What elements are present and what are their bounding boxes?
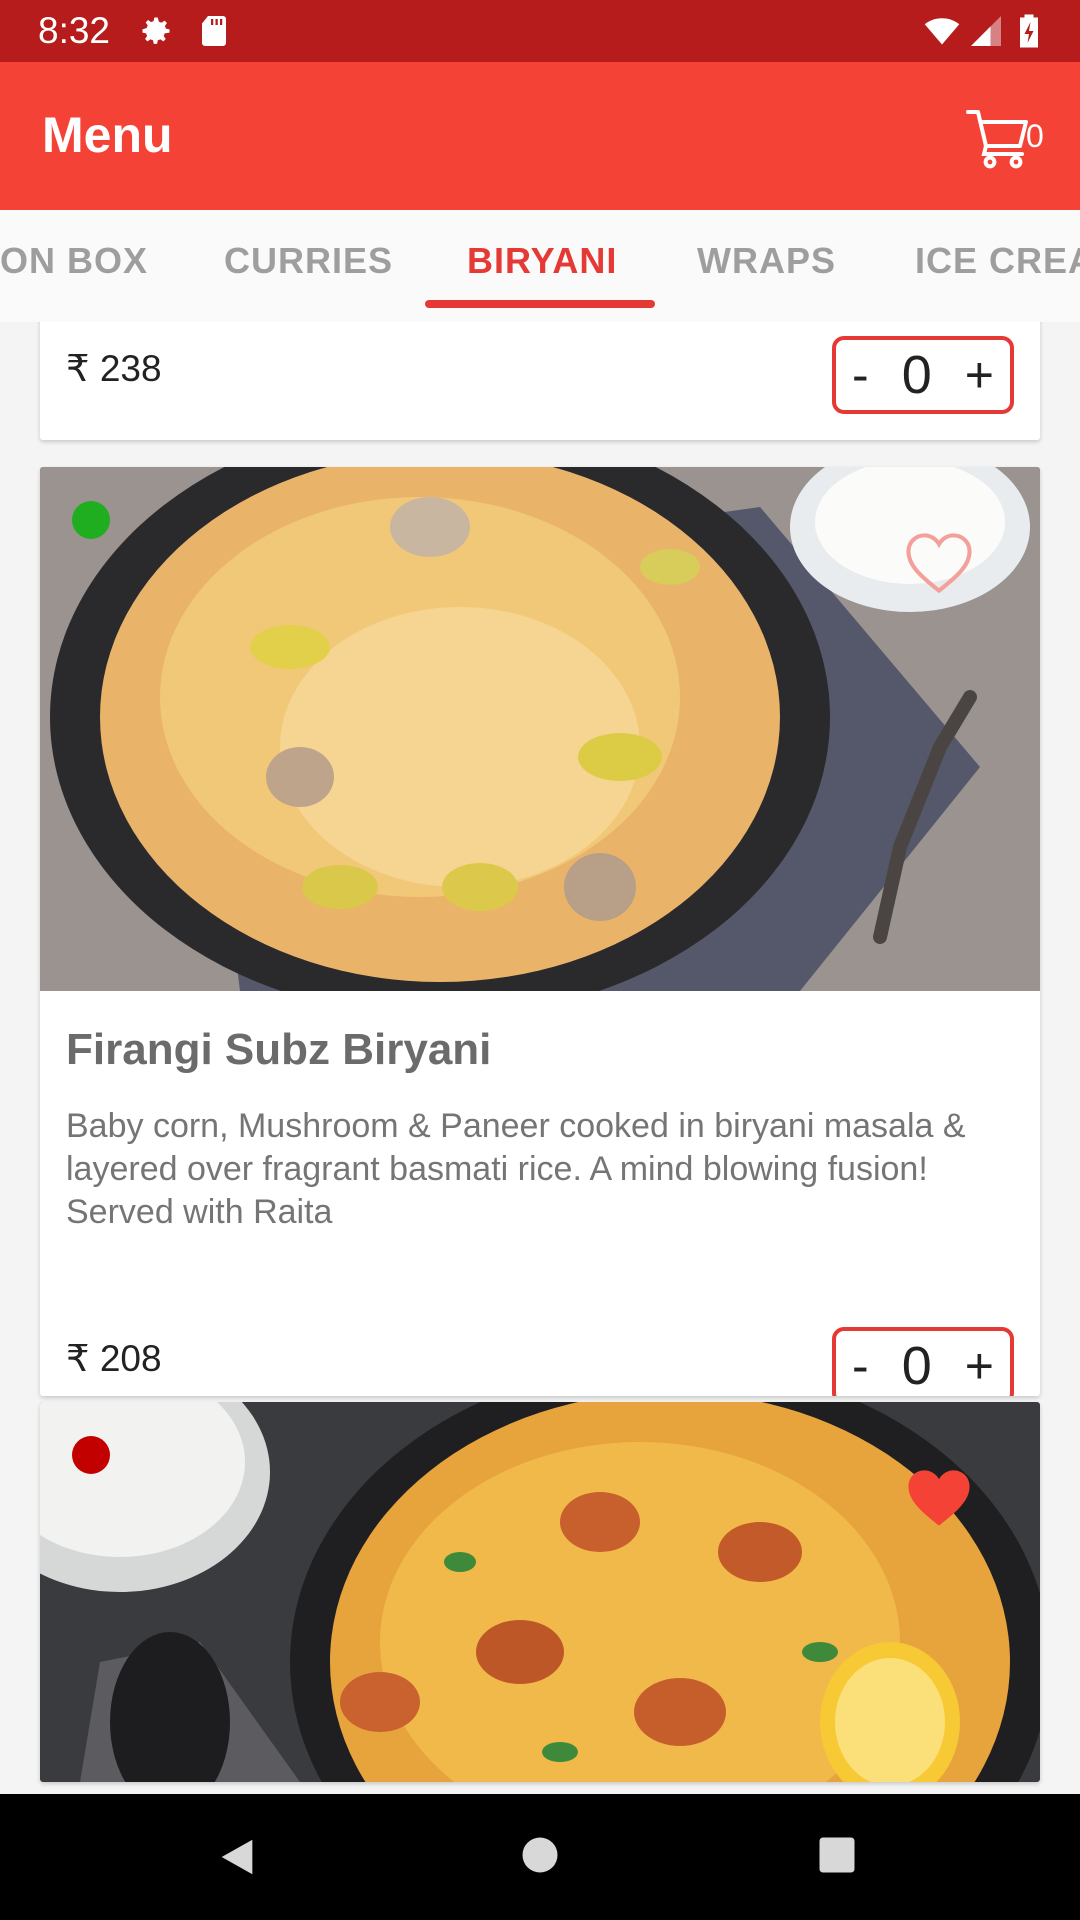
status-time: 8:32 (38, 10, 111, 51)
cart-count-badge: 0 (1026, 118, 1044, 154)
battery-icon (1020, 14, 1038, 48)
home-icon[interactable] (519, 1834, 561, 1876)
status-bar: 8:32 (0, 0, 1080, 62)
menu-list[interactable]: ₹ 238 - 0 + Firangi Subz Biryani Baby co… (0, 322, 1080, 1794)
tab-lunch-box[interactable]: ON BOX (0, 240, 148, 282)
wifi-icon (924, 18, 960, 45)
menu-item-card[interactable] (40, 1402, 1040, 1782)
decrease-button[interactable]: - (852, 350, 869, 400)
tab-curries[interactable]: CURRIES (224, 240, 393, 282)
system-nav-bar (0, 1794, 1080, 1920)
signal-icon (971, 16, 1001, 46)
item-price: ₹ 208 (66, 1338, 162, 1379)
quantity-value: 0 (901, 345, 932, 405)
quantity-stepper: - 0 + (832, 336, 1014, 414)
tab-biryani[interactable]: BIRYANI (467, 240, 617, 282)
menu-item-card: ₹ 238 - 0 + (40, 322, 1040, 440)
increase-button[interactable]: + (965, 350, 994, 400)
menu-item-card[interactable]: Firangi Subz Biryani Baby corn, Mushroom… (40, 467, 1040, 1396)
favorite-heart-outline-icon[interactable] (904, 531, 974, 595)
decrease-button[interactable]: - (852, 1341, 869, 1391)
veg-indicator-icon (72, 501, 110, 539)
back-icon[interactable] (214, 1834, 260, 1880)
category-tabs: ON BOX CURRIES BIRYANI WRAPS ICE CREA (0, 210, 1080, 322)
active-tab-indicator (425, 300, 655, 308)
tab-wraps[interactable]: WRAPS (697, 240, 836, 282)
recents-icon[interactable] (816, 1834, 858, 1876)
tab-ice-cream[interactable]: ICE CREA (915, 240, 1080, 282)
settings-icon (142, 17, 170, 44)
favorite-heart-filled-icon[interactable] (904, 1466, 974, 1530)
non-veg-indicator-icon (72, 1436, 110, 1474)
item-description: Baby corn, Mushroom & Paneer cooked in b… (66, 1107, 966, 1231)
item-name: Firangi Subz Biryani (66, 1025, 492, 1074)
page-title: Menu (42, 107, 173, 163)
food-image (40, 467, 1040, 991)
increase-button[interactable]: + (965, 1341, 994, 1391)
item-price: ₹ 238 (66, 348, 162, 389)
quantity-stepper: - 0 + (832, 1327, 1014, 1396)
quantity-value: 0 (901, 1336, 932, 1396)
food-image (40, 1402, 1040, 1782)
sd-card-icon (202, 16, 226, 46)
app-bar: Menu 0 (0, 62, 1080, 210)
